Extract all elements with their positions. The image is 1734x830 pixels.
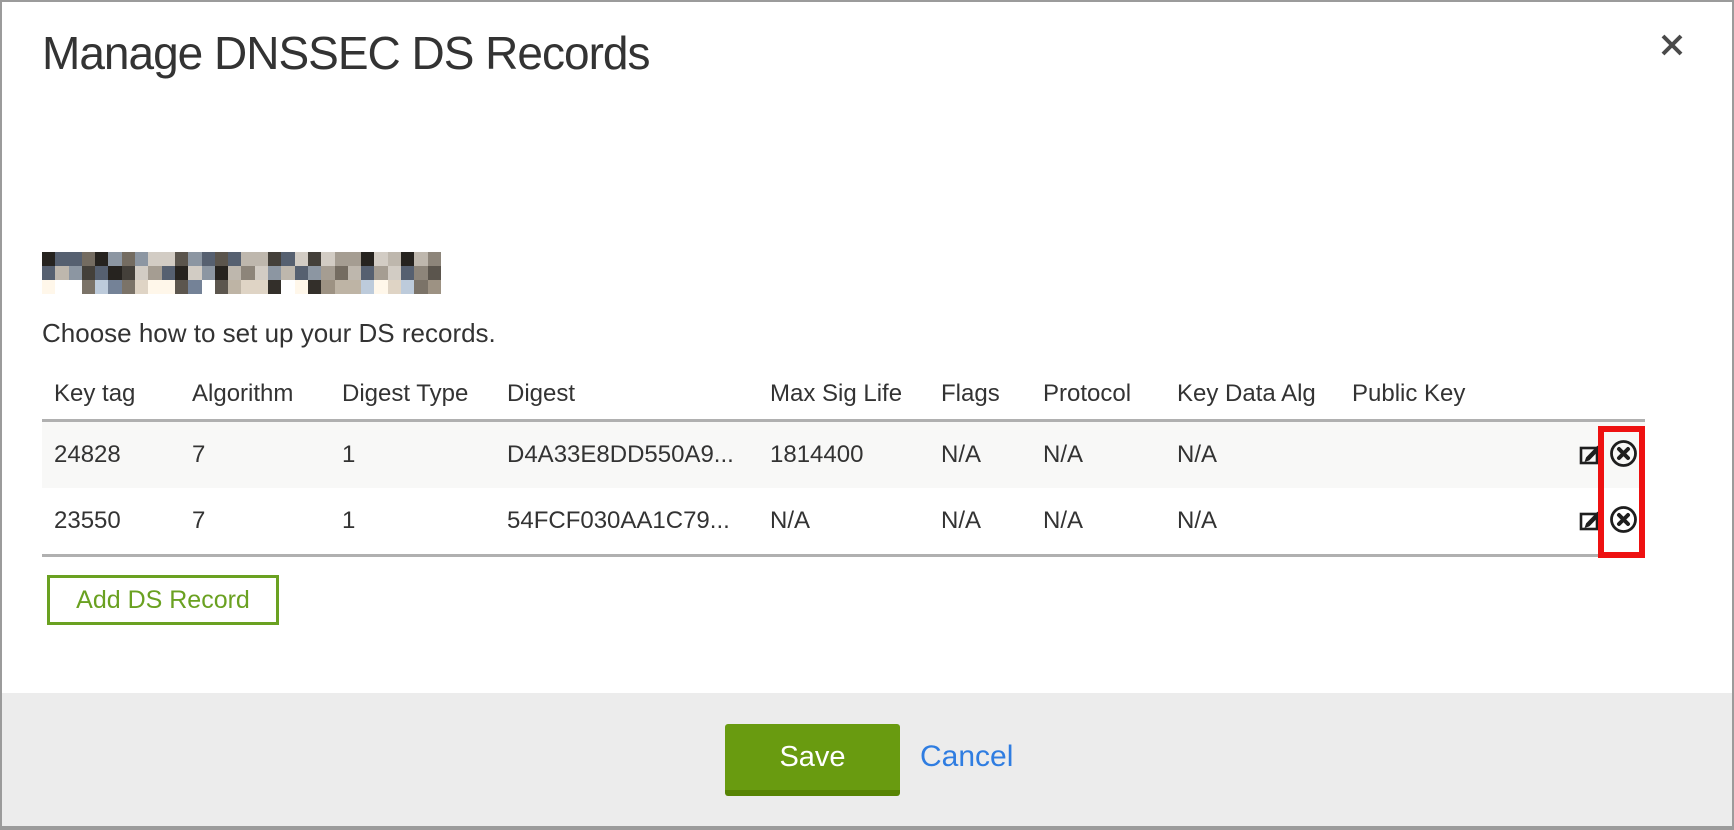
cancel-link[interactable]: Cancel [920, 740, 1013, 774]
delete-record-icon [1608, 504, 1639, 538]
column-header: Algorithm [180, 368, 330, 421]
table-cell: 1814400 [758, 421, 929, 489]
edit-record-button[interactable] [1577, 506, 1604, 536]
table-cell: D4A33E8DD550A9... [495, 421, 758, 489]
table-cell: N/A [929, 488, 1031, 556]
row-actions [1490, 488, 1645, 554]
column-header: Digest [495, 368, 758, 421]
delete-record-button[interactable] [1608, 438, 1639, 472]
dialog-title: Manage DNSSEC DS Records [42, 26, 649, 80]
delete-record-button[interactable] [1608, 504, 1639, 538]
table-cell: N/A [929, 421, 1031, 489]
table-cell: 23550 [42, 488, 180, 556]
row-actions [1490, 422, 1645, 488]
dnssec-ds-records-dialog: Manage DNSSEC DS Records Choose how to s… [0, 0, 1734, 830]
table-cell: 7 [180, 421, 330, 489]
table-cell: N/A [758, 488, 929, 556]
edit-record-button[interactable] [1577, 440, 1604, 470]
table-cell: 7 [180, 488, 330, 556]
delete-record-icon [1608, 438, 1639, 472]
table-cell: N/A [1031, 488, 1165, 556]
table-cell [1340, 488, 1490, 556]
table-row: 2482871D4A33E8DD550A9...1814400N/AN/AN/A [42, 421, 1645, 489]
table-body: 2482871D4A33E8DD550A9...1814400N/AN/AN/A… [42, 421, 1645, 556]
table-header-row: Key tagAlgorithmDigest TypeDigestMax Sig… [42, 368, 1645, 421]
column-header: Max Sig Life [758, 368, 929, 421]
close-button[interactable] [1654, 28, 1690, 64]
column-header: Protocol [1031, 368, 1165, 421]
table-cell: 54FCF030AA1C79... [495, 488, 758, 556]
redacted-domain-name [42, 252, 441, 294]
ds-records-table: Key tagAlgorithmDigest TypeDigestMax Sig… [42, 368, 1645, 557]
table-cell: 1 [330, 421, 495, 489]
save-button[interactable]: Save [725, 724, 900, 796]
column-header: Public Key [1340, 368, 1490, 421]
column-header-actions [1490, 368, 1645, 421]
column-header: Key tag [42, 368, 180, 421]
dialog-footer: Save Cancel [2, 693, 1732, 826]
table-cell: N/A [1165, 421, 1340, 489]
table-cell [1340, 421, 1490, 489]
column-header: Digest Type [330, 368, 495, 421]
close-icon [1656, 29, 1688, 64]
column-header: Flags [929, 368, 1031, 421]
column-header: Key Data Alg [1165, 368, 1340, 421]
edit-record-icon [1577, 506, 1604, 536]
add-ds-record-button[interactable]: Add DS Record [47, 575, 279, 625]
table-cell: N/A [1031, 421, 1165, 489]
edit-record-icon [1577, 440, 1604, 470]
table-row: 235507154FCF030AA1C79...N/AN/AN/AN/A [42, 488, 1645, 556]
table-cell: N/A [1165, 488, 1340, 556]
table-cell: 1 [330, 488, 495, 556]
table-cell: 24828 [42, 421, 180, 489]
instruction-text: Choose how to set up your DS records. [42, 318, 496, 349]
